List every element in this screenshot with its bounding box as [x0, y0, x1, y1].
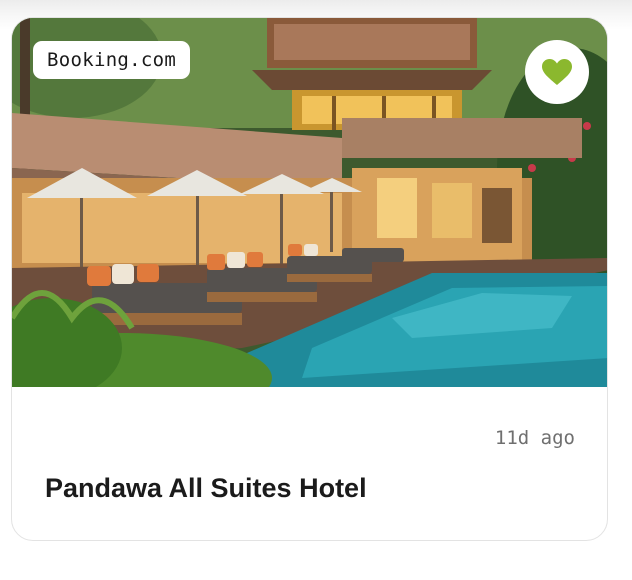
source-badge: Booking.com — [33, 41, 191, 79]
listing-title[interactable]: Pandawa All Suites Hotel — [45, 473, 367, 504]
posted-time: 11d ago — [494, 427, 575, 449]
listing-card[interactable]: Booking.com 11d ago Pandawa All Suites H… — [11, 17, 608, 541]
favorite-button[interactable] — [525, 40, 589, 104]
source-label: Booking.com — [47, 49, 177, 71]
heart-icon — [542, 58, 572, 85]
